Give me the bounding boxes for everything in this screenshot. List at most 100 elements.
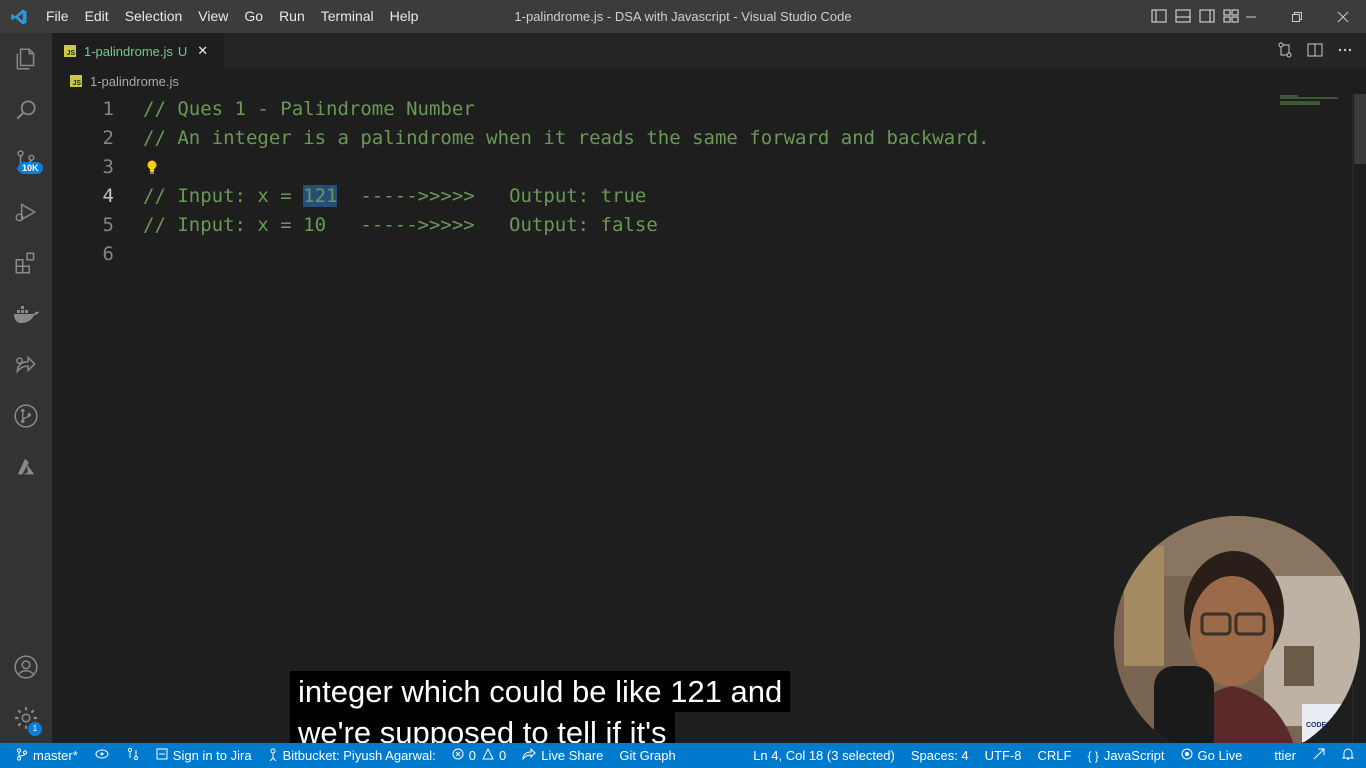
selected-text: 121	[303, 184, 338, 207]
account-icon[interactable]	[0, 641, 52, 692]
code-text: // An integer is a palindrome when it re…	[143, 127, 989, 149]
code-segment: // Input: x = 10 ----->>>>> Output: fals…	[143, 213, 658, 236]
more-actions-icon[interactable]	[1336, 41, 1354, 59]
explorer-icon[interactable]	[0, 33, 52, 84]
error-icon	[452, 748, 464, 763]
editor-actions	[1276, 41, 1354, 59]
minimize-icon[interactable]	[1228, 0, 1274, 33]
branch-icon	[16, 747, 28, 764]
close-window-icon[interactable]	[1320, 0, 1366, 33]
git-action[interactable]	[118, 743, 148, 768]
manage-badge: 1	[28, 722, 42, 736]
warning-icon	[482, 747, 494, 763]
braces-icon: { }	[1087, 748, 1099, 763]
activity-bar: 10K 1	[0, 33, 52, 743]
menu-edit[interactable]: Edit	[77, 0, 117, 33]
encoding[interactable]: UTF-8	[977, 743, 1030, 768]
breadcrumb-file[interactable]: 1-palindrome.js	[90, 74, 179, 89]
feedback-icon	[1312, 747, 1326, 764]
git-graph-status[interactable]: Git Graph	[611, 743, 683, 768]
split-editor-icon[interactable]	[1306, 41, 1324, 59]
toggle-panel-icon[interactable]	[1174, 7, 1192, 25]
restore-icon[interactable]	[1274, 0, 1320, 33]
lightbulb-icon[interactable]	[146, 158, 158, 180]
jira-label: Sign in to Jira	[172, 748, 252, 763]
git-graph-label: Git Graph	[619, 748, 676, 763]
branch-status[interactable]: master*	[0, 743, 86, 768]
prettier-label: ttier	[1274, 748, 1296, 763]
title-bar: File Edit Selection View Go Run Terminal…	[0, 0, 1366, 33]
go-live-button[interactable]: Go Live	[1173, 743, 1251, 768]
tab-close-icon[interactable]: ✕	[197, 43, 208, 59]
menu-terminal[interactable]: Terminal	[313, 0, 382, 33]
broadcast-icon	[1181, 748, 1193, 763]
breadcrumb: JS 1-palindrome.js	[52, 68, 1366, 94]
window-controls	[1228, 0, 1366, 33]
open-changes-icon[interactable]	[1276, 41, 1294, 59]
git-compare-icon	[126, 747, 140, 764]
code-text: // Input: x = 121 ----->>>>> Output: tru…	[143, 184, 647, 207]
problems-status[interactable]: 0 0	[444, 743, 514, 768]
vscode-logo-icon	[0, 0, 38, 33]
language-mode[interactable]: { } JavaScript	[1079, 743, 1172, 768]
jira-status[interactable]: Sign in to Jira	[148, 743, 260, 768]
language-label: JavaScript	[1103, 748, 1165, 763]
code-line: 2 // An integer is a palindrome when it …	[52, 123, 1342, 152]
feedback-button[interactable]	[1304, 743, 1334, 768]
tab-1-palindrome-js[interactable]: JS 1-palindrome.js U ✕	[52, 33, 224, 68]
line-number: 1	[102, 97, 114, 120]
editor-tabs: JS 1-palindrome.js U ✕	[52, 33, 1366, 68]
docker-icon[interactable]	[0, 288, 52, 339]
live-share-status-icon	[522, 747, 536, 763]
branch-name: master*	[33, 748, 78, 763]
live-share-icon[interactable]	[0, 339, 52, 390]
sync-status[interactable]	[86, 743, 118, 768]
menu-selection[interactable]: Selection	[117, 0, 191, 33]
source-control-icon[interactable]: 10K	[0, 135, 52, 186]
code-segment: ----->>>>> Output: true	[337, 184, 647, 207]
tab-untracked-status: U	[177, 43, 188, 59]
toggle-secondary-sidebar-icon[interactable]	[1198, 7, 1216, 25]
bell-icon	[1341, 747, 1355, 764]
breadcrumb-js-icon: JS	[70, 75, 82, 87]
manage-gear-icon[interactable]: 1	[0, 692, 52, 743]
jira-icon	[156, 748, 168, 763]
run-debug-icon[interactable]	[0, 186, 52, 237]
scrollbar-thumb[interactable]	[1354, 94, 1366, 164]
menu-file[interactable]: File	[38, 0, 77, 33]
indentation[interactable]: Spaces: 4	[903, 743, 977, 768]
notifications-button[interactable]	[1334, 743, 1366, 768]
code-segment: // Input: x =	[143, 184, 304, 207]
code-text: // Input: x = 10 ----->>>>> Output: fals…	[143, 214, 658, 236]
azure-icon[interactable]	[0, 441, 52, 492]
code-line: 3	[52, 152, 1342, 181]
code-text: // Ques 1 - Palindrome Number	[143, 98, 475, 120]
code-line: 6	[52, 239, 1342, 268]
bitbucket-status[interactable]: Bitbucket: Piyush Agarwal:	[260, 743, 444, 768]
sync-icon	[94, 748, 110, 763]
search-icon[interactable]	[0, 84, 52, 135]
extensions-icon[interactable]	[0, 237, 52, 288]
end-of-line[interactable]: CRLF	[1030, 743, 1080, 768]
line-number: 3	[102, 155, 114, 178]
menu-go[interactable]: Go	[236, 0, 271, 33]
video-captions: integer which could be like 121 and we'r…	[290, 671, 838, 753]
minimap[interactable]	[1280, 94, 1348, 114]
cursor-position[interactable]: Ln 4, Col 18 (3 selected)	[745, 743, 903, 768]
live-share-label: Live Share	[541, 748, 604, 763]
prettier-status[interactable]: ttier	[1250, 743, 1304, 768]
code-line-active: 4 // Input: x = 121 ----->>>>> Output: t…	[52, 181, 1342, 210]
menu-view[interactable]: View	[190, 0, 236, 33]
person-icon	[268, 748, 278, 764]
js-file-icon: JS	[64, 45, 76, 57]
status-bar: master* Sign in to Jira Bitbucket: Piyus…	[0, 743, 1366, 768]
toggle-primary-sidebar-icon[interactable]	[1150, 7, 1168, 25]
warning-count: 0	[499, 748, 507, 763]
line-number: 2	[102, 126, 114, 149]
source-control-badge: 10K	[18, 162, 43, 174]
error-count: 0	[468, 748, 476, 763]
menu-help[interactable]: Help	[382, 0, 427, 33]
git-graph-icon[interactable]	[0, 390, 52, 441]
menu-run[interactable]: Run	[271, 0, 313, 33]
live-share-status[interactable]: Live Share	[514, 743, 611, 768]
